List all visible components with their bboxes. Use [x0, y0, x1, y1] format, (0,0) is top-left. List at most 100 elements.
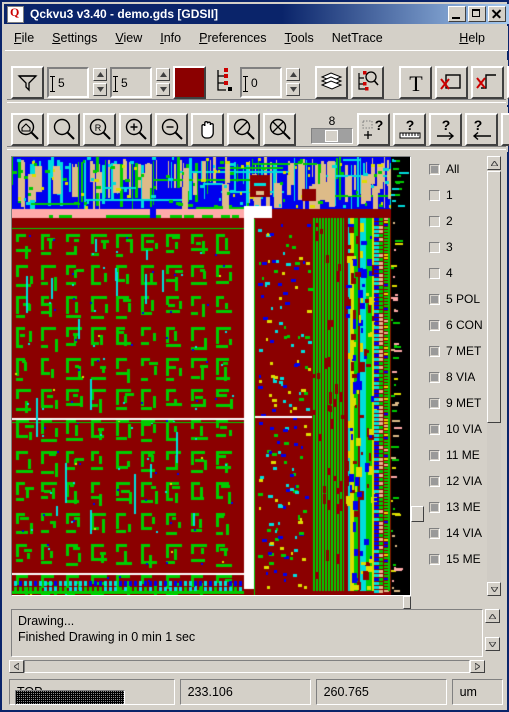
- scroll-down-icon[interactable]: [485, 637, 500, 651]
- layer-checkbox[interactable]: [429, 449, 440, 461]
- dotted-level-input[interactable]: 5: [47, 67, 89, 98]
- gds-layout-render[interactable]: [12, 157, 410, 595]
- dotted-level-spin[interactable]: 5: [47, 67, 107, 98]
- canvas-horizontal-scrollbar[interactable]: [11, 596, 411, 609]
- layer-row[interactable]: 8 VIA: [424, 364, 487, 390]
- layers-stack-icon[interactable]: [315, 66, 348, 99]
- menu-item-help[interactable]: Help: [450, 29, 494, 47]
- layer-label: 11 ME: [446, 448, 480, 462]
- message-hscroll-track[interactable]: [24, 660, 470, 673]
- layer-row[interactable]: 1: [424, 182, 487, 208]
- canvas-hscroll-thumb[interactable]: [403, 596, 411, 609]
- layer-row[interactable]: 13 ME: [424, 494, 487, 520]
- layer-row[interactable]: 10 VIA: [424, 416, 487, 442]
- query-previous-icon[interactable]: ?: [465, 113, 498, 146]
- menu-item-info[interactable]: Info: [151, 29, 190, 47]
- layer-row[interactable]: 11 ME: [424, 442, 487, 468]
- text-level-input[interactable]: 5: [110, 67, 152, 98]
- menu-item-settings[interactable]: Settings: [43, 29, 106, 47]
- layer-row[interactable]: 5 POL: [424, 286, 487, 312]
- hide-boxes-icon[interactable]: [435, 66, 468, 99]
- layer-row[interactable]: 15 ME: [424, 546, 487, 572]
- layer-row[interactable]: 9 MET: [424, 390, 487, 416]
- zoom-in-icon[interactable]: [119, 113, 152, 146]
- layer-checkbox[interactable]: [429, 475, 440, 487]
- query-next-icon[interactable]: ?: [429, 113, 462, 146]
- layer-checkbox[interactable]: [429, 319, 440, 331]
- layer-row[interactable]: 4: [424, 260, 487, 286]
- text-tool-icon[interactable]: T: [399, 66, 432, 99]
- layer-checkbox[interactable]: [429, 215, 440, 227]
- message-log[interactable]: Drawing... Finished Drawing in 0 min 1 s…: [11, 609, 483, 657]
- layer-row[interactable]: 12 VIA: [424, 468, 487, 494]
- scroll-down-icon[interactable]: [487, 582, 501, 596]
- message-vertical-scrollbar[interactable]: [485, 603, 500, 657]
- layer-scroll-thumb[interactable]: [487, 171, 501, 423]
- menu-item-file[interactable]: File: [5, 29, 43, 47]
- layer-row[interactable]: All: [424, 156, 487, 182]
- menu-item-view[interactable]: View: [106, 29, 151, 47]
- layer-label: 1: [446, 188, 453, 202]
- text-level-spin[interactable]: 5: [110, 67, 170, 98]
- layer-checkbox[interactable]: [429, 293, 440, 305]
- layer-list[interactable]: All 1 2 3 4 5 POL 6 CON 7 MET 8 VIA 9 ME…: [424, 156, 487, 596]
- layer-row[interactable]: 2: [424, 208, 487, 234]
- menu-item-tools[interactable]: Tools: [276, 29, 323, 47]
- layer-row[interactable]: 6 CON: [424, 312, 487, 338]
- measure-distance-icon[interactable]: ?: [393, 113, 426, 146]
- zoom-previous-icon[interactable]: R: [83, 113, 116, 146]
- scroll-up-icon[interactable]: [485, 609, 500, 623]
- spin-down-icon[interactable]: [156, 82, 170, 96]
- hide-paths-icon[interactable]: [471, 66, 504, 99]
- filter-icon[interactable]: [11, 66, 44, 99]
- hierarchy-depth-spin[interactable]: 0: [240, 67, 300, 98]
- layer-row[interactable]: 14 VIA: [424, 520, 487, 546]
- layer-row[interactable]: 3: [424, 234, 487, 260]
- menu-item-preferences[interactable]: Preferences: [190, 29, 275, 47]
- message-horizontal-scrollbar[interactable]: [9, 659, 485, 674]
- hierarchy-depth-input[interactable]: 0: [240, 67, 282, 98]
- scroll-left-icon[interactable]: [9, 660, 24, 673]
- layer-color-swatch[interactable]: [173, 66, 206, 99]
- layer-checkbox[interactable]: [429, 241, 440, 253]
- query-area-icon[interactable]: ?: [357, 113, 390, 146]
- layer-checkbox[interactable]: [429, 371, 440, 383]
- gds-layout-canvas[interactable]: [11, 156, 411, 596]
- zoom-out-icon[interactable]: [155, 113, 188, 146]
- zoom-window-icon[interactable]: [47, 113, 80, 146]
- zoom-home-icon[interactable]: [11, 113, 44, 146]
- spin-down-icon[interactable]: [93, 82, 107, 96]
- zoom-fit-y-icon[interactable]: [263, 113, 296, 146]
- canvas-vertical-scrollbar[interactable]: [411, 156, 424, 596]
- layer-row[interactable]: 7 MET: [424, 338, 487, 364]
- scroll-right-icon[interactable]: [470, 660, 485, 673]
- display-depth-slider[interactable]: [311, 128, 353, 144]
- hierarchy-search-icon[interactable]: [351, 66, 384, 99]
- layer-checkbox[interactable]: [429, 423, 440, 435]
- maximize-icon[interactable]: [468, 6, 486, 22]
- layer-checkbox[interactable]: [429, 553, 440, 565]
- layer-checkbox[interactable]: [429, 163, 440, 175]
- layer-checkbox[interactable]: [429, 527, 440, 539]
- pan-hand-icon[interactable]: [191, 113, 224, 146]
- minimize-icon[interactable]: [448, 6, 466, 22]
- spin-up-icon[interactable]: [286, 67, 300, 81]
- display-depth-value: 8: [328, 114, 336, 128]
- menu-item-nettrace[interactable]: NetTrace: [323, 29, 392, 47]
- display-depth-widget[interactable]: 8: [311, 115, 353, 144]
- layer-checkbox[interactable]: [429, 189, 440, 201]
- layer-list-scrollbar[interactable]: [487, 156, 501, 596]
- spin-up-icon[interactable]: [156, 67, 170, 81]
- layer-checkbox[interactable]: [429, 501, 440, 513]
- close-icon[interactable]: [488, 6, 506, 22]
- query-loop-icon[interactable]: [501, 113, 509, 146]
- layer-label: All: [446, 162, 460, 176]
- layer-checkbox[interactable]: [429, 267, 440, 279]
- layer-checkbox[interactable]: [429, 397, 440, 409]
- scroll-up-icon[interactable]: [487, 156, 501, 170]
- spin-down-icon[interactable]: [286, 82, 300, 96]
- zoom-fit-x-icon[interactable]: [227, 113, 260, 146]
- canvas-vscroll-thumb[interactable]: [411, 506, 424, 522]
- layer-checkbox[interactable]: [429, 345, 440, 357]
- spin-up-icon[interactable]: [93, 67, 107, 81]
